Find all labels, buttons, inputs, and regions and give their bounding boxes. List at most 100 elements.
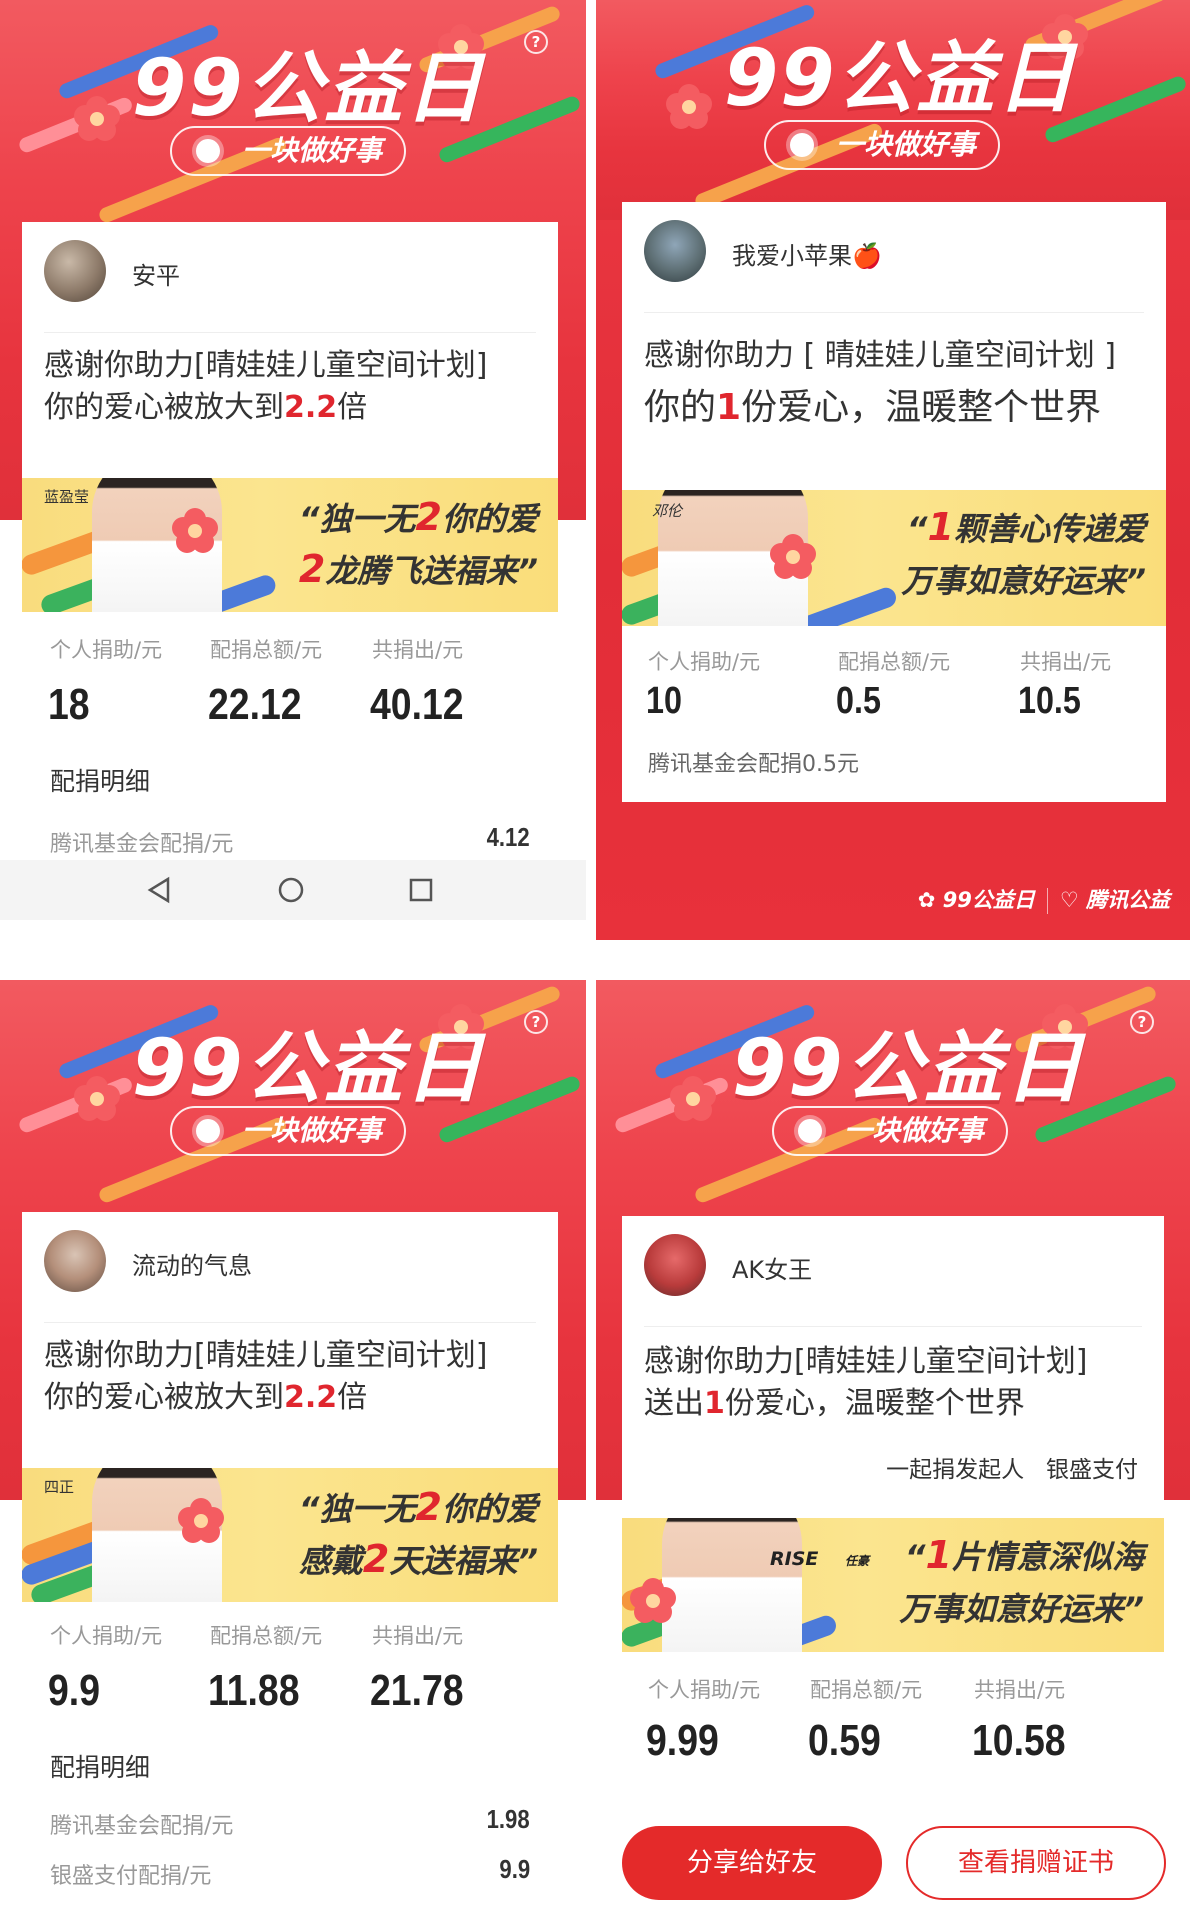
share-to-friends-button[interactable]: 分享给好友 xyxy=(622,1826,882,1900)
flower-icon xyxy=(74,1076,120,1122)
flower-icon: ✿ xyxy=(917,888,936,912)
thanks-text: 送出 xyxy=(644,1386,704,1421)
divider xyxy=(1046,888,1048,914)
thanks-line-1: 感谢你助力[晴娃娃儿童空间计划] xyxy=(644,1344,1088,1379)
celebrity-banner: 四正 “独一无2你的爱 感戴2天送福来” xyxy=(22,1468,558,1602)
thanks-line-1: 感谢你助力[晴娃娃儿童空间计划] xyxy=(44,348,488,383)
matched-total-value: 22.12 xyxy=(208,680,302,729)
personal-donation-label: 个人捐助/元 xyxy=(648,650,761,674)
personal-donation-label: 个人捐助/元 xyxy=(50,638,163,662)
divider xyxy=(644,1326,1142,1327)
event-title: 99公益日 xyxy=(724,34,1077,124)
love-count: 1 xyxy=(716,387,742,428)
detail-label: 腾讯基金会配捐/元 xyxy=(50,1814,234,1839)
recents-icon[interactable] xyxy=(408,877,434,903)
personal-donation-value: 9.9 xyxy=(48,1666,100,1715)
quote-highlight: 2 xyxy=(415,495,442,539)
quote-line-1: “1颗善心传递爱 xyxy=(907,502,1146,554)
personal-donation-value: 18 xyxy=(48,680,90,729)
quote-line-1: “独一无2你的爱 xyxy=(299,492,538,544)
celebrity-name: 任豪 xyxy=(845,1554,870,1568)
quote-text: 颗善心传递爱 xyxy=(953,510,1146,548)
total-donated-label: 共捐出/元 xyxy=(372,638,464,662)
flower-icon xyxy=(196,139,220,163)
quote-highlight: 2 xyxy=(298,547,326,591)
flower-icon xyxy=(790,133,814,157)
flower-icon xyxy=(630,1578,676,1624)
divider xyxy=(644,312,1144,313)
badge-text: RISE xyxy=(770,1548,819,1570)
back-icon[interactable] xyxy=(146,876,172,904)
thanks-line-2: 你的1份爱心，温暖整个世界 xyxy=(644,386,1101,430)
help-icon[interactable]: ? xyxy=(524,1010,548,1034)
slogan-text: 一块做好事 xyxy=(242,134,383,167)
quote-text: 你的爱 xyxy=(441,1490,538,1528)
thanks-line-2: 你的爱心被放大到2.2倍 xyxy=(44,1376,367,1420)
matched-total-label: 配捐总额/元 xyxy=(810,1678,923,1702)
donation-card: 流动的气息 感谢你助力[晴娃娃儿童空间计划] 你的爱心被放大到2.2倍 四正 “… xyxy=(22,1212,558,1920)
help-icon[interactable]: ? xyxy=(1130,1010,1154,1034)
quote-line-1: “1片情意深似海 xyxy=(905,1530,1144,1582)
multiplier-value: 2.2 xyxy=(284,1380,338,1415)
slogan-pill: 一块做好事 xyxy=(772,1106,1009,1156)
thanks-text: 倍 xyxy=(337,390,368,425)
quote-line-2: 感戴2天送福来” xyxy=(299,1534,538,1586)
home-icon[interactable] xyxy=(277,876,305,904)
personal-donation-value: 9.99 xyxy=(646,1716,719,1765)
user-name: AK女王 xyxy=(732,1256,813,1284)
user-name: 流动的气息 xyxy=(132,1252,252,1280)
personal-donation-label: 个人捐助/元 xyxy=(50,1624,163,1648)
donation-screen-2: 99公益日 一块做好事 我爱小苹果🍎 感谢你助力 [ 晴娃娃儿童空间计划 ] 你… xyxy=(596,0,1190,940)
multiplier-value: 2.2 xyxy=(284,390,338,425)
quote-highlight: 1 xyxy=(925,1533,952,1577)
avatar[interactable] xyxy=(44,240,106,302)
quote-highlight: 2 xyxy=(362,1537,390,1581)
footer-brand: ✿ 99公益日 ♡ 腾讯公益 xyxy=(918,884,1170,914)
matching-note: 腾讯基金会配捐0.5元 xyxy=(648,752,859,777)
matched-total-value: 0.59 xyxy=(808,1716,881,1765)
divider xyxy=(44,1322,536,1323)
initiator-row: 一起捐发起人 银盛支付 xyxy=(886,1450,1138,1484)
total-donated-value: 21.78 xyxy=(370,1666,464,1715)
help-icon[interactable]: ? xyxy=(524,30,548,54)
total-donated-value: 10.5 xyxy=(1018,680,1081,722)
avatar[interactable] xyxy=(44,1230,106,1292)
detail-value: 1.98 xyxy=(486,1804,530,1834)
love-count: 1 xyxy=(704,1386,725,1421)
celebrity-banner: RISE 任豪 “1片情意深似海 万事如意好运来” xyxy=(622,1518,1164,1652)
slogan-text: 一块做好事 xyxy=(844,1114,985,1147)
avatar[interactable] xyxy=(644,1234,706,1296)
total-donated-label: 共捐出/元 xyxy=(372,1624,464,1648)
detail-value: 9.9 xyxy=(499,1854,530,1884)
quote-line-2: 万事如意好运来” xyxy=(901,562,1146,600)
hero-banner: 99公益日 一块做好事 xyxy=(596,0,1190,220)
celebrity-banner: 蓝盈莹 “独一无2你的爱 2龙腾飞送福来” xyxy=(22,478,558,612)
celebrity-signature: 邓伦 xyxy=(652,502,683,520)
quote-text: “独一无 xyxy=(298,500,416,538)
personal-donation-label: 个人捐助/元 xyxy=(648,1678,761,1702)
personal-donation-value: 10 xyxy=(646,680,682,722)
matched-total-label: 配捐总额/元 xyxy=(210,1624,323,1648)
matching-detail-heading: 配捐明细 xyxy=(50,1753,151,1782)
flower-icon xyxy=(196,1119,220,1143)
total-donated-value: 40.12 xyxy=(370,680,464,729)
thanks-text: 你的 xyxy=(644,387,717,428)
flower-icon xyxy=(172,508,218,554)
avatar[interactable] xyxy=(644,220,706,282)
flower-icon xyxy=(770,534,816,580)
event-title: 99公益日 xyxy=(132,1024,485,1114)
detail-label: 银盛支付配捐/元 xyxy=(50,1864,212,1889)
quote-highlight: 2 xyxy=(415,1485,442,1529)
thanks-line-1: 感谢你助力[晴娃娃儿童空间计划] xyxy=(44,1338,488,1373)
slogan-pill: 一块做好事 xyxy=(170,1106,407,1156)
footer-tencent-charity-logo: 腾讯公益 xyxy=(1086,888,1170,912)
footer-event-logo: 99公益日 xyxy=(942,888,1035,912)
initiator-name: 银盛支付 xyxy=(1046,1457,1138,1483)
system-navigation-bar xyxy=(0,860,586,920)
quote-text: “独一无 xyxy=(298,1490,416,1528)
donation-screen-3: 99公益日 一块做好事 ? 流动的气息 感谢你助力[晴娃娃儿童空间计划] 你的爱… xyxy=(0,980,586,1920)
view-certificate-button[interactable]: 查看捐赠证书 xyxy=(906,1826,1166,1900)
event-title: 99公益日 xyxy=(732,1024,1085,1114)
quote-text: 感戴 xyxy=(298,1542,363,1580)
celebrity-photo xyxy=(662,1518,802,1652)
